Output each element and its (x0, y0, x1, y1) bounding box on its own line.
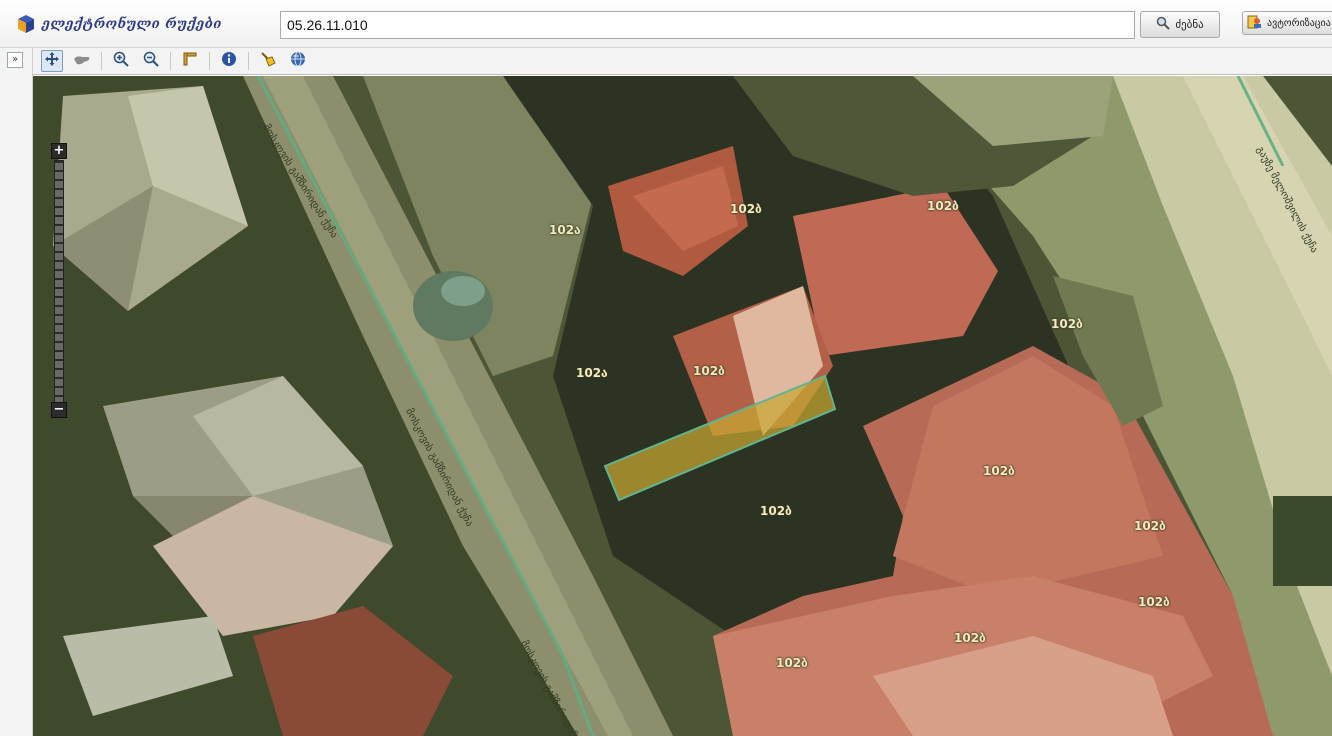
search-input[interactable] (280, 11, 1135, 39)
zoom-out-tool[interactable] (140, 50, 162, 72)
login-button[interactable]: ავტორიზაცია (1242, 11, 1332, 35)
users-icon (1247, 15, 1263, 32)
zoom-in-button[interactable]: + (51, 143, 67, 159)
logo-icon (16, 13, 36, 35)
parcel-label: 102ბ (1051, 317, 1083, 331)
measure-tool[interactable] (179, 50, 201, 72)
app-title: ელექტრონული რუქები (42, 16, 222, 32)
globe-tool[interactable] (287, 50, 309, 72)
search-button[interactable]: ძებნა (1140, 11, 1220, 38)
toolbar-separator (101, 52, 102, 70)
parcel-label: 102ბ (954, 631, 986, 645)
pan-tool[interactable] (41, 50, 63, 72)
pan-icon (44, 51, 60, 71)
globe-icon (290, 51, 306, 71)
clear-tool[interactable] (257, 50, 279, 72)
parcel-label: 102ბ (927, 199, 959, 213)
app-logo[interactable]: ელექტრონული რუქები (16, 11, 222, 37)
zoom-in-tool[interactable] (110, 50, 132, 72)
map-toolbar (33, 48, 1332, 75)
aerial-imagery (33, 76, 1332, 736)
parcel-label: 102ბ (730, 202, 762, 216)
info-icon (221, 51, 237, 71)
top-bar: ელექტრონული რუქები ძებნა ავტორიზაცია (0, 0, 1332, 48)
zoom-in-icon (113, 51, 129, 71)
parcel-label: 102ბ (776, 656, 808, 670)
expand-panel-button[interactable]: » (7, 52, 23, 68)
zoom-out-icon (143, 51, 159, 71)
parcel-label: 102ა (549, 223, 581, 237)
info-tool[interactable] (218, 50, 240, 72)
parcel-label: 102ბ (1134, 519, 1166, 533)
login-button-label: ავტორიზაცია (1267, 17, 1331, 29)
broom-icon (260, 51, 276, 71)
side-panel-collapsed: » (0, 48, 33, 736)
hand-icon (73, 52, 91, 71)
toolbar-separator (170, 52, 171, 70)
search-button-label: ძებნა (1175, 18, 1204, 31)
toolbar-separator (248, 52, 249, 70)
toolbar-separator (209, 52, 210, 70)
zoom-control: + − (51, 143, 67, 421)
zoom-out-button[interactable]: − (51, 402, 67, 418)
parcel-label: 102ა (576, 366, 608, 380)
parcel-label: 102ბ (693, 364, 725, 378)
parcel-label: 102ბ (1138, 595, 1170, 609)
map-view[interactable]: 102ბ 102ა 102ბ 102ბ 102ბ 102ა 102ბ 102ბ … (33, 76, 1332, 736)
parcel-label: 102ბ (983, 464, 1015, 478)
zoom-slider[interactable] (54, 160, 64, 403)
search-icon (1156, 16, 1171, 33)
ruler-icon (182, 51, 198, 71)
zoom-box-tool[interactable] (71, 50, 93, 72)
parcel-label: 102ბ (760, 504, 792, 518)
